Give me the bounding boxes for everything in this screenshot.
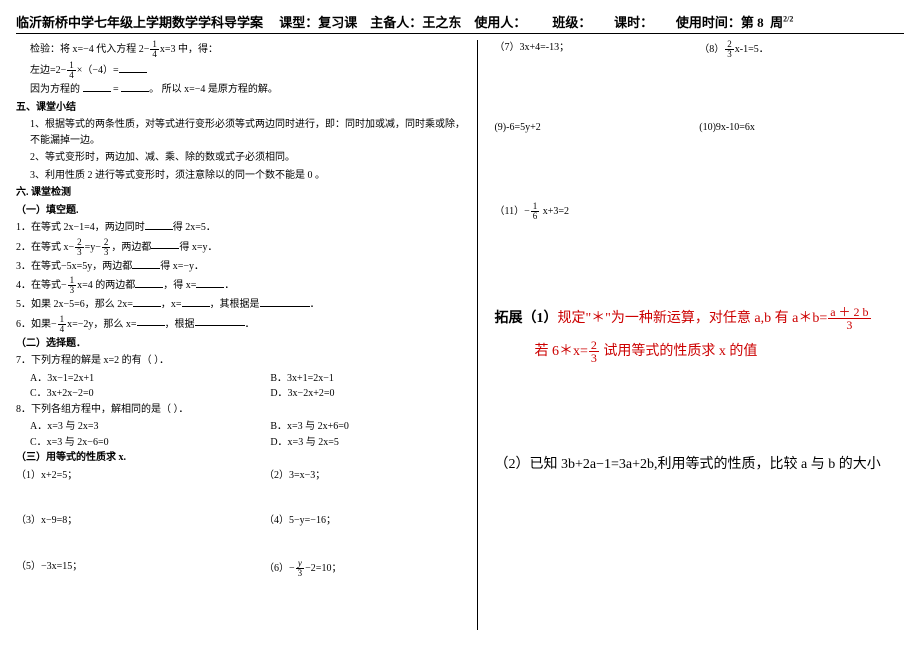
because-line: 因为方程的 = 。 所以 x=−4 是原方程的解。 — [30, 82, 467, 98]
fraction-1-4: 14 — [58, 315, 67, 334]
fraction-2-3: 23 — [589, 339, 599, 364]
choice-8-ab: A．x=3 与 2x=3B．x=3 与 2x+6=0 — [30, 419, 467, 435]
section-5-title: 五、课堂小结 — [16, 100, 467, 116]
extension-1b: 若 6＊x=23 试用等式的性质求 x 的值 — [534, 339, 904, 364]
summary-2: 2、等式变形时，两边加、减、乘、除的数或式子必须相同。 — [30, 150, 467, 166]
choice-7: 7．下列方程的解是 x=2 的有（ ）． — [16, 353, 467, 369]
leftside-line: 左边=2−14×（−4）= — [30, 61, 467, 80]
page-number: 2/2 — [783, 15, 793, 24]
blank-field — [132, 259, 160, 269]
summary-3: 3、利用性质 2 进行等式变形时，须注意除以的同一个数不能是 0 。 — [30, 168, 467, 184]
right-7-8: （7）3x+4=-13； （8）23x-1=5． — [494, 40, 904, 59]
extension-label: 拓展（1） — [494, 311, 557, 326]
week-value: 8 — [757, 15, 764, 30]
extension-1: 拓展（1）规定"＊"为一种新运算，对任意 a,b 有 a＊b=a ＋ 2 b3 — [494, 306, 904, 331]
class-label: 班级： — [552, 15, 591, 30]
blank-field — [145, 220, 173, 230]
choice-title: （二）选择题． — [16, 336, 467, 352]
prob-11: （11）−16 x+3=2 — [494, 202, 904, 221]
blank-field — [260, 297, 310, 307]
type-label: 课型： — [279, 15, 318, 30]
week-suffix: 周 — [770, 15, 783, 30]
fraction-2-3: 23 — [102, 238, 111, 257]
fraction-a-2b-3: a ＋ 2 b3 — [828, 306, 870, 331]
prob-7: （7）3x+4=-13； — [494, 40, 699, 59]
blank-field — [182, 297, 210, 307]
section-6-title: 六. 课堂检测 — [16, 185, 467, 201]
blank-field — [151, 239, 179, 249]
document-header: 临沂新桥中学七年级上学期数学学科导学案 课型：复习课 主备人：王之东 使用人： … — [16, 12, 904, 34]
period-label: 课时： — [614, 15, 653, 30]
fill-4: 4．在等式−13x=4 的两边都，得 x=． — [16, 276, 467, 295]
fill-3: 3．在等式−5x=5y，两边都得 x=−y． — [16, 259, 467, 275]
blank-field — [135, 278, 163, 288]
usetime-label: 使用时间：第 — [676, 15, 754, 30]
choice-8-cd: C．x=3 与 2x−6=0D．x=3 与 2x=5 — [30, 435, 467, 451]
blank-field — [83, 82, 111, 92]
fraction-1-6: 16 — [531, 202, 540, 221]
right-9-10: (9)-6=5y+2 (10)9x-10=6x — [494, 120, 904, 136]
prop-3-4: （3）x−9=8；（4）5−y=−16； — [16, 513, 467, 529]
fill-5: 5．如果 2x−5=6，那么 2x=，x=，其根据是． — [16, 297, 467, 313]
choice-7-ab: A．3x−1=2x+1B．3x+1=2x−1 — [30, 371, 467, 387]
property-title: （三）用等式的性质求 x. — [16, 450, 467, 466]
prob-9: (9)-6=5y+2 — [494, 120, 699, 136]
right-column: （7）3x+4=-13； （8）23x-1=5． (9)-6=5y+2 (10)… — [478, 40, 904, 630]
content-columns: 检验：将 x=−4 代入方程 2−14x=3 中，得： 左边=2−14×（−4）… — [16, 40, 904, 630]
organizer-value: 王之东 — [422, 15, 461, 30]
blank-field — [133, 297, 161, 307]
left-column: 检验：将 x=−4 代入方程 2−14x=3 中，得： 左边=2−14×（−4）… — [16, 40, 477, 630]
school-name: 临沂新桥中学七年级上学期数学学科导学案 — [16, 15, 263, 30]
blank-field — [137, 316, 165, 326]
fraction-1-4: 14 — [150, 40, 159, 59]
fraction-1-3: 13 — [68, 276, 77, 295]
fill-title: （一）填空题. — [16, 203, 467, 219]
blank-field — [195, 316, 245, 326]
user-label: 使用人： — [474, 15, 526, 30]
fraction-2-3: 23 — [75, 238, 84, 257]
fraction-1-4: 14 — [67, 61, 76, 80]
prob-10: (10)9x-10=6x — [699, 120, 904, 136]
blank-field — [196, 278, 224, 288]
blank-field — [121, 82, 149, 92]
prop-1-2: （1）x+2=5；（2）3=x−3； — [16, 468, 467, 484]
summary-1: 1、根据等式的两条性质，对等式进行变形必须等式两边同时进行，即：同时加或减，同时… — [30, 117, 467, 148]
choice-8: 8．下列各组方程中，解相同的是（ ）． — [16, 402, 467, 418]
extension-2: （2）已知 3b+2a−1=3a+2b,利用等式的性质，比较 a 与 b 的大小 — [494, 454, 904, 476]
check-line: 检验：将 x=−4 代入方程 2−14x=3 中，得： — [30, 40, 467, 59]
fraction-2-3: 23 — [725, 40, 734, 59]
fill-2: 2．在等式 x−23=y−23，两边都得 x=y． — [16, 238, 467, 257]
fraction-y-3: y3 — [296, 559, 305, 578]
prob-8: （8）23x-1=5． — [699, 40, 904, 59]
prop-5-6: （5）−3x=15； （6）−y3−2=10； — [16, 559, 467, 578]
choice-7-cd: C．3x+2x−2=0D．3x−2x+2=0 — [30, 386, 467, 402]
fill-6: 6．如果−14x=−2y，那么 x=，根据． — [16, 315, 467, 334]
blank-field — [119, 63, 147, 73]
prop-6: （6）−y3−2=10； — [264, 559, 467, 578]
type-value: 复习课 — [318, 15, 357, 30]
organizer-label: 主备人： — [370, 15, 422, 30]
fill-1: 1．在等式 2x−1=4，两边同时得 2x=5． — [16, 220, 467, 236]
